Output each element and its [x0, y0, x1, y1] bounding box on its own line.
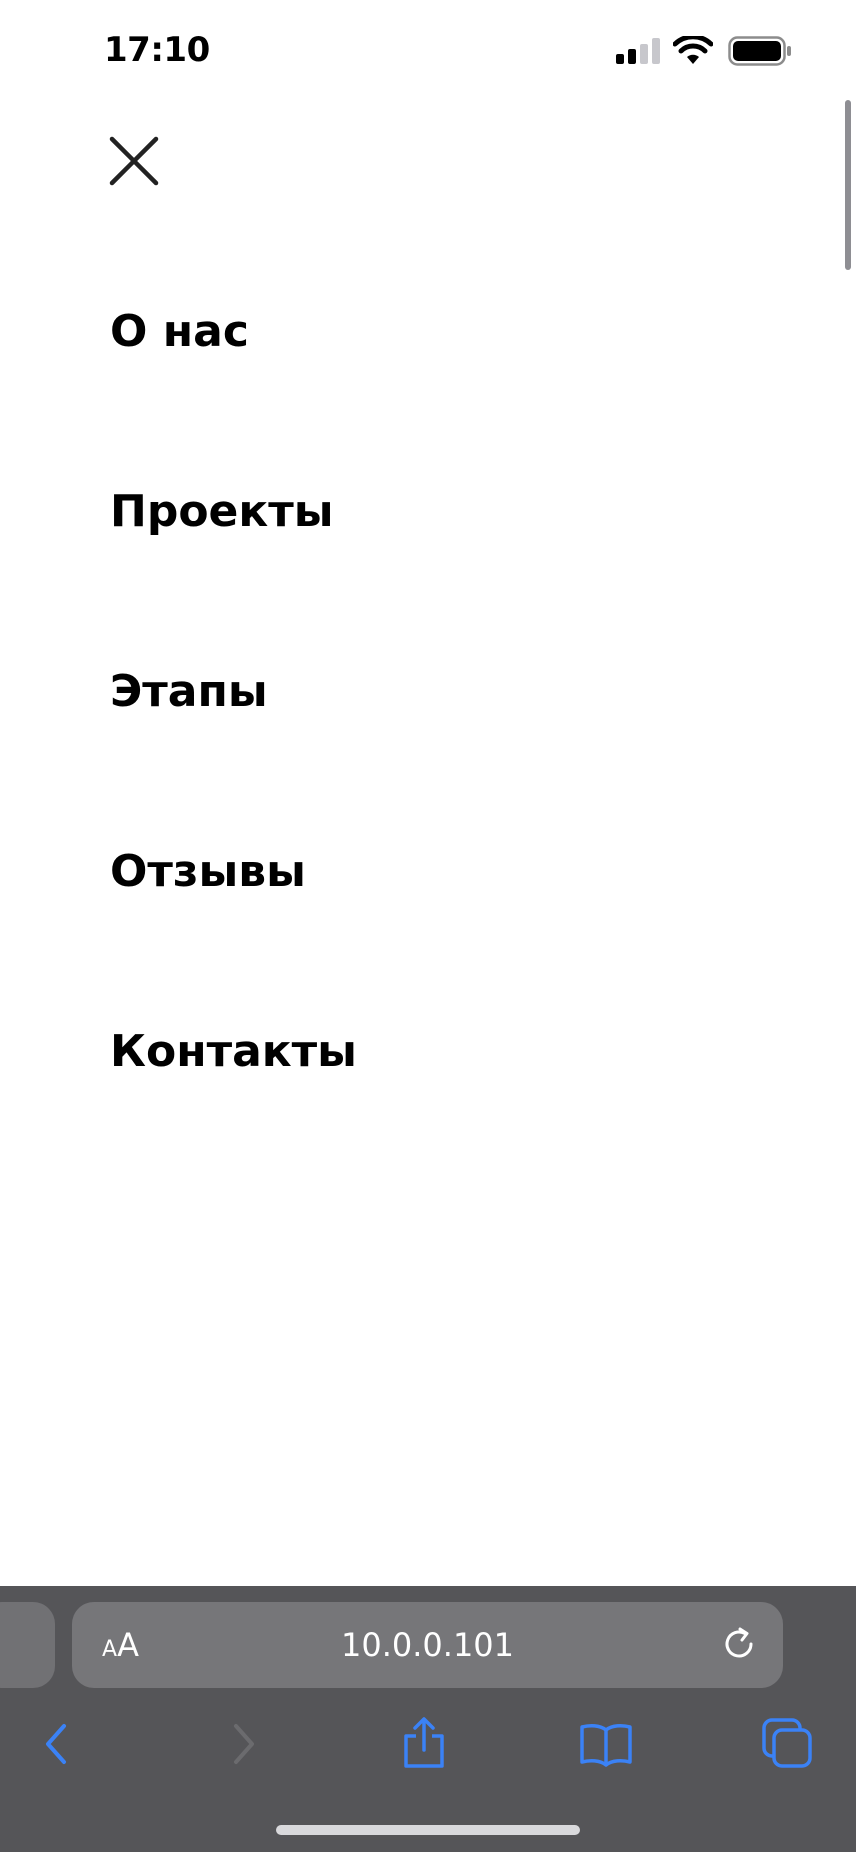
reload-button[interactable] — [719, 1624, 759, 1664]
close-menu-button[interactable] — [108, 135, 160, 187]
book-icon — [580, 1724, 632, 1767]
forward-button[interactable] — [216, 1716, 272, 1772]
tabs-icon — [762, 1718, 812, 1768]
chevron-right-icon — [234, 1724, 254, 1764]
browser-toolbar: AA 10.0.0.101 — [0, 1586, 856, 1852]
share-button[interactable] — [396, 1716, 452, 1772]
battery-icon — [728, 36, 791, 66]
address-bar[interactable]: AA 10.0.0.101 — [72, 1602, 783, 1688]
bookmarks-button[interactable] — [578, 1716, 634, 1772]
scroll-indicator[interactable] — [845, 100, 851, 270]
reload-icon — [725, 1627, 753, 1658]
close-icon — [109, 136, 159, 186]
menu-item-reviews[interactable]: Отзывы — [110, 850, 306, 894]
menu-item-stages[interactable]: Этапы — [110, 670, 268, 714]
status-time: 17:10 — [104, 30, 210, 70]
url-text[interactable]: 10.0.0.101 — [72, 1626, 783, 1664]
home-indicator[interactable] — [276, 1825, 580, 1835]
menu-item-contacts[interactable]: Контакты — [110, 1030, 357, 1074]
previous-tab[interactable] — [0, 1602, 55, 1688]
screen: 17:10 О нас Проекты Этапы Отзывы Контакт… — [0, 0, 856, 1852]
cellular-signal-icon — [616, 38, 660, 64]
back-button[interactable] — [30, 1716, 86, 1772]
menu-item-projects[interactable]: Проекты — [110, 490, 334, 534]
share-icon — [404, 1717, 444, 1768]
wifi-icon — [673, 36, 713, 64]
tabs-button[interactable] — [760, 1716, 816, 1772]
menu-item-about[interactable]: О нас — [110, 310, 249, 354]
chevron-left-icon — [46, 1724, 66, 1764]
